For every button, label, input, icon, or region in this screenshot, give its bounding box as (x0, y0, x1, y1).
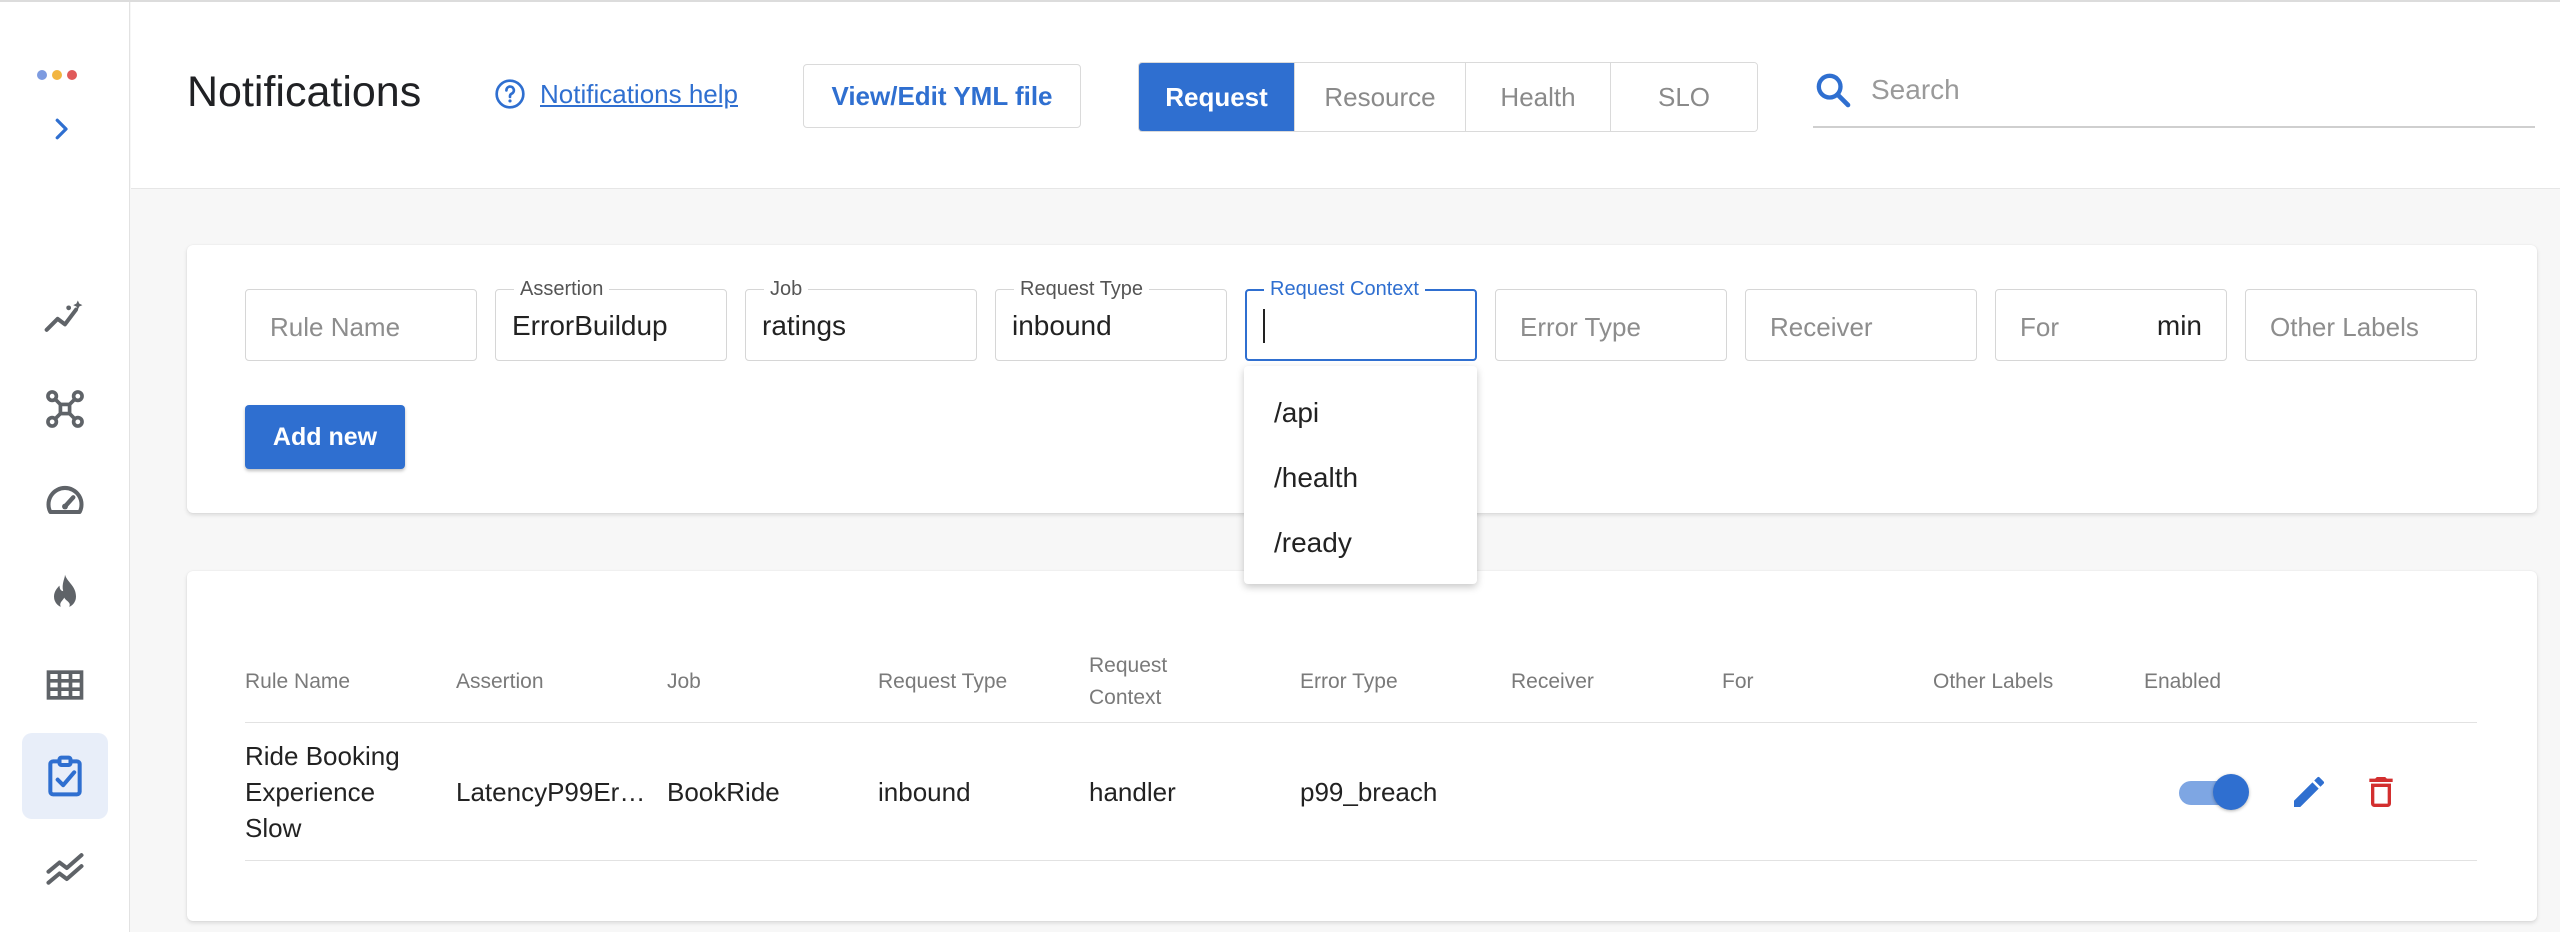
request-context-dropdown: /api /health /ready (1244, 366, 1477, 584)
column-header-receiver: Receiver (1511, 670, 1594, 693)
header: Notifications Notifications help View/Ed… (131, 2, 2560, 189)
receiver-placeholder: Receiver (1770, 312, 1873, 342)
sidebar-item-grid[interactable] (22, 642, 108, 728)
notification-type-tabs: Request Resource Health SLO (1138, 62, 1758, 132)
assertion-field[interactable]: Assertion ErrorBuildup (495, 278, 727, 361)
search-input[interactable] (1871, 66, 2511, 114)
sidebar-item-trends[interactable] (22, 825, 108, 911)
dropdown-option-api[interactable]: /api (1244, 380, 1477, 445)
grid-icon (46, 670, 84, 700)
tab-request[interactable]: Request (1139, 63, 1294, 131)
for-placeholder: For (2020, 312, 2059, 342)
job-field[interactable]: Job ratings (745, 278, 977, 361)
rules-table: Rule Name Assertion Job Request Type Req… (187, 571, 2537, 921)
for-field[interactable]: For min (1995, 289, 2227, 361)
search-bar (1813, 58, 2535, 128)
column-header-error-type: Error Type (1300, 670, 1398, 693)
rule-name-field[interactable]: Rule Name (245, 289, 477, 361)
assertion-value: ErrorBuildup (512, 310, 668, 341)
column-header-other-labels: Other Labels (1933, 670, 2054, 693)
request-type-field[interactable]: Request Type inbound (995, 278, 1227, 361)
search-icon (1816, 73, 1851, 108)
sidebar (0, 2, 130, 932)
view-edit-yml-button[interactable]: View/Edit YML file (803, 64, 1081, 128)
other-labels-placeholder: Other Labels (2270, 312, 2419, 342)
cell-request-type: inbound (878, 777, 971, 807)
fire-icon (54, 574, 76, 610)
chevron-right-icon[interactable] (46, 114, 76, 144)
cell-other-labels (1933, 723, 2133, 861)
help-link[interactable]: Notifications help (494, 78, 738, 110)
dropdown-option-health[interactable]: /health (1244, 445, 1477, 510)
column-header-enabled: Enabled (2144, 670, 2222, 693)
app-logo[interactable] (37, 70, 77, 80)
speedometer-icon (46, 485, 84, 515)
clipboard-check-icon (48, 755, 82, 797)
help-icon (495, 79, 525, 109)
sidebar-item-topology[interactable] (22, 366, 108, 452)
request-context-label: Request Context (1264, 278, 1425, 301)
column-header-request-type: Request Type (878, 670, 1008, 693)
for-unit: min (2156, 310, 2202, 341)
cell-request-context: handler (1089, 777, 1176, 807)
sidebar-item-hotspots[interactable] (22, 550, 108, 636)
cell-assertion: LatencyP99Er… (456, 777, 646, 807)
request-type-label: Request Type (1014, 278, 1150, 301)
receiver-field[interactable]: Receiver (1745, 289, 1977, 361)
page-title: Notifications (187, 68, 422, 116)
other-labels-field[interactable]: Other Labels (2245, 289, 2477, 361)
column-header-request-context: Request Context (1089, 654, 1168, 709)
error-type-placeholder: Error Type (1520, 312, 1641, 342)
delete-icon[interactable] (2361, 772, 2401, 812)
request-context-field[interactable]: Request Context (1245, 278, 1477, 361)
job-value: ratings (762, 310, 847, 341)
sidebar-item-slo[interactable] (22, 458, 108, 544)
edit-icon[interactable] (2289, 772, 2329, 812)
tab-health[interactable]: Health (1465, 63, 1610, 131)
text-caret (1263, 309, 1265, 343)
column-header-rule-name: Rule Name (245, 670, 351, 693)
cell-receiver (1511, 723, 1711, 861)
enabled-toggle[interactable] (2177, 774, 2249, 810)
rule-name-placeholder: Rule Name (270, 312, 401, 342)
help-link-label: Notifications help (540, 78, 738, 109)
request-type-value: inbound (1012, 310, 1112, 341)
column-header-assertion: Assertion (456, 670, 544, 693)
error-type-field[interactable]: Error Type (1495, 289, 1727, 361)
trend-lines-icon (46, 853, 84, 885)
graph-nodes-icon (46, 390, 84, 428)
cell-rule-name: Ride Booking Experience Slow (245, 741, 400, 843)
column-header-for: For (1722, 670, 1754, 693)
table-row: Ride Booking Experience Slow LatencyP99E… (245, 723, 2477, 861)
job-label: Job (764, 278, 809, 301)
add-new-button[interactable]: Add new (245, 405, 405, 469)
tab-slo[interactable]: SLO (1610, 63, 1757, 131)
cell-job: BookRide (667, 777, 780, 807)
sidebar-item-insights[interactable] (22, 274, 108, 360)
tab-resource[interactable]: Resource (1294, 63, 1465, 131)
table-header: Rule Name Assertion Job Request Type Req… (245, 641, 2477, 723)
assertion-label: Assertion (514, 278, 610, 301)
toggle-knob (2213, 774, 2249, 810)
dropdown-option-ready[interactable]: /ready (1244, 510, 1477, 575)
cell-for (1722, 723, 1922, 861)
cell-error-type: p99_breach (1300, 777, 1438, 807)
sparkline-icon (44, 300, 83, 332)
sidebar-item-notifications[interactable] (22, 733, 108, 819)
column-header-job: Job (667, 670, 701, 693)
